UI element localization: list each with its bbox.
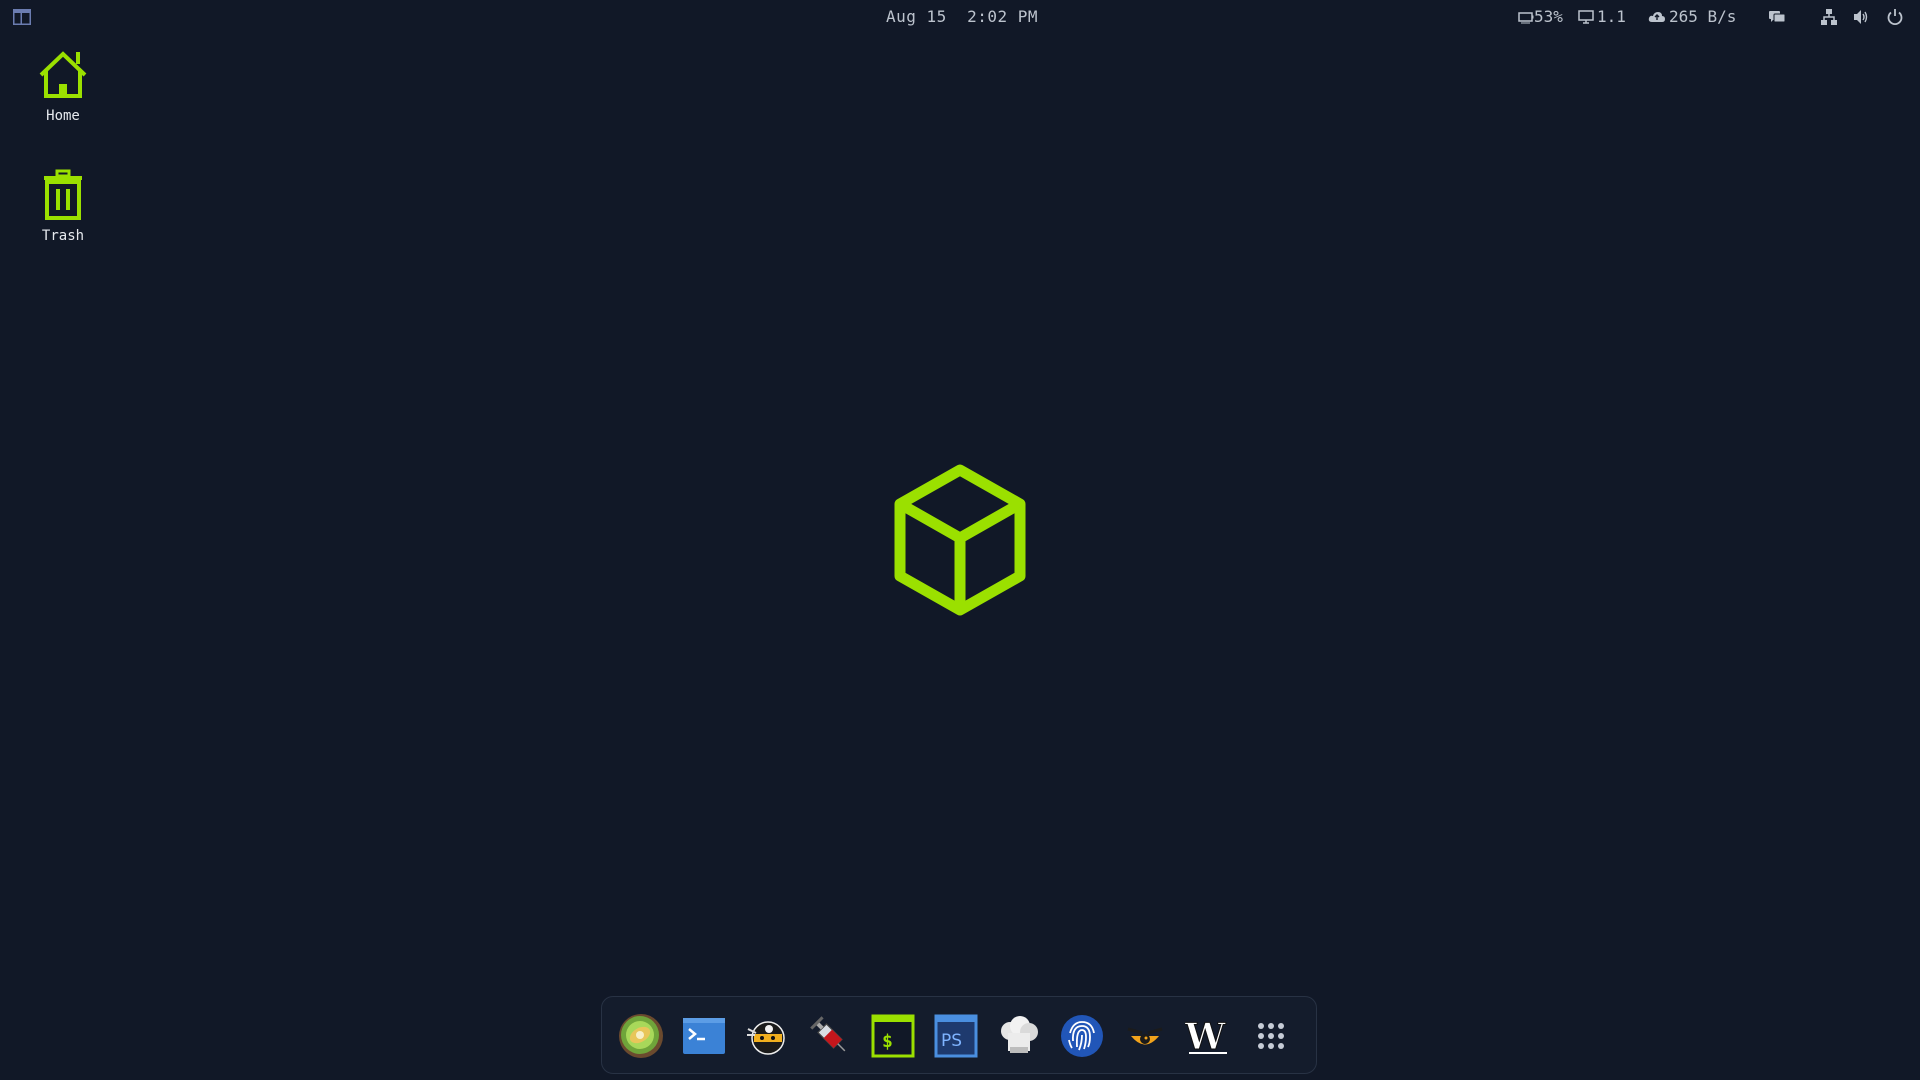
syringe-app-icon[interactable]: [807, 1013, 853, 1059]
network-speed-value: 265 B/s: [1669, 7, 1737, 26]
chef-app-icon[interactable]: [996, 1013, 1042, 1059]
desktop: Aug 15 2:02 PM 53% 1.1 265 B/s Home Tras…: [0, 0, 1920, 1080]
wordlist-app-icon[interactable]: W: [1185, 1013, 1231, 1059]
shell-app-icon[interactable]: $: [870, 1013, 916, 1059]
battery-value: 53%: [1534, 7, 1563, 26]
terminal-app-icon[interactable]: [681, 1013, 727, 1059]
clock-time: 2:02 PM: [967, 7, 1038, 26]
desktop-icon-home[interactable]: Home: [8, 48, 118, 124]
network-icon[interactable]: [1820, 8, 1838, 26]
eye-app-icon[interactable]: [1122, 1013, 1168, 1059]
top-panel: Aug 15 2:02 PM 53% 1.1 265 B/s: [0, 0, 1920, 34]
layout-icon[interactable]: [12, 8, 32, 26]
fingerprint-app-icon[interactable]: [1059, 1013, 1105, 1059]
cube-logo-icon: [890, 462, 1030, 618]
network-speed-indicator[interactable]: 265 B/s: [1648, 7, 1736, 26]
kiwi-app-icon[interactable]: [618, 1013, 664, 1059]
volume-icon[interactable]: [1852, 8, 1870, 26]
clock[interactable]: Aug 15 2:02 PM: [886, 7, 1038, 26]
trash-icon: [36, 168, 90, 222]
cloud-icon: [1648, 11, 1665, 22]
ninja-app-icon[interactable]: [744, 1013, 790, 1059]
battery-indicator[interactable]: 53%: [1518, 7, 1563, 26]
powershell-app-icon[interactable]: PS: [933, 1013, 979, 1059]
app-grid-icon[interactable]: [1248, 1013, 1294, 1059]
home-icon: [36, 48, 90, 102]
battery-icon: [1518, 11, 1534, 23]
power-icon[interactable]: [1886, 8, 1904, 26]
svg-text:PS: PS: [941, 1031, 962, 1051]
dock: $ PS W: [601, 996, 1317, 1074]
chat-icon[interactable]: [1768, 8, 1786, 26]
svg-text:$: $: [882, 1031, 893, 1052]
cpu-value: 1.1: [1597, 7, 1626, 26]
cpu-indicator[interactable]: 1.1: [1578, 7, 1626, 26]
monitor-icon: [1578, 9, 1594, 24]
desktop-icon-label: Trash: [41, 228, 85, 244]
svg-text:W: W: [1185, 1016, 1226, 1058]
clock-date: Aug 15: [886, 7, 947, 26]
desktop-icon-trash[interactable]: Trash: [8, 168, 118, 244]
desktop-icon-label: Home: [46, 108, 80, 124]
